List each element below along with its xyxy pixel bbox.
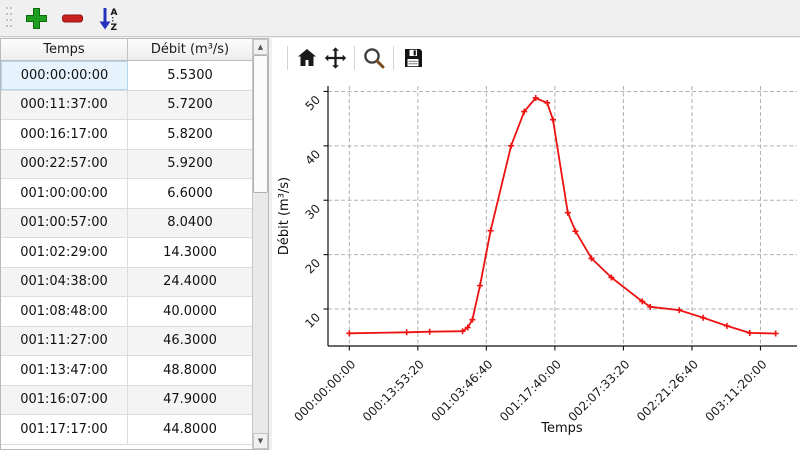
table-row[interactable]: 000:00:00:005.5300 — [1, 61, 252, 91]
add-row-button[interactable] — [21, 3, 51, 33]
table-cell[interactable]: 14.3000 — [128, 238, 252, 267]
x-tick-label: 001:03:46:40 — [428, 357, 495, 424]
column-header-debit[interactable]: Débit (m³/s) — [128, 39, 252, 60]
scroll-down-button[interactable]: ▼ — [253, 433, 268, 449]
minus-icon — [60, 5, 85, 32]
table-cell[interactable]: 001:04:38:00 — [1, 268, 128, 297]
table-cell[interactable]: 001:00:57:00 — [1, 209, 128, 238]
table-cell[interactable]: 5.5300 — [128, 61, 252, 90]
table-row[interactable]: 001:11:27:0046.3000 — [1, 327, 252, 357]
table-cell[interactable]: 5.8200 — [128, 120, 252, 149]
y-tick-label: 30 — [302, 201, 323, 222]
table-area: Temps Débit (m³/s) 000:00:00:005.5300000… — [1, 39, 252, 449]
chart-panel: 000:00:00:00000:13:53:20001:03:46:40001:… — [272, 38, 800, 450]
table-cell[interactable]: 000:16:17:00 — [1, 120, 128, 149]
table-cell[interactable]: 44.8000 — [128, 415, 252, 444]
table-row[interactable]: 001:04:38:0024.4000 — [1, 268, 252, 298]
table-cell[interactable]: 001:17:17:00 — [1, 415, 128, 444]
x-tick-label: 002:21:26:40 — [634, 357, 701, 424]
table-cell[interactable]: 40.0000 — [128, 297, 252, 326]
table-cell[interactable]: 6.6000 — [128, 179, 252, 208]
table-cell[interactable]: 000:22:57:00 — [1, 150, 128, 179]
table-row[interactable]: 001:02:29:0014.3000 — [1, 238, 252, 268]
table-cell[interactable]: 46.3000 — [128, 327, 252, 356]
table-cell[interactable]: 001:16:07:00 — [1, 386, 128, 415]
toolbar-separator — [354, 46, 355, 70]
zoom-button[interactable] — [360, 44, 388, 72]
table-cell[interactable]: 001:13:47:00 — [1, 356, 128, 385]
main-toolbar: A Z — [0, 0, 800, 37]
scroll-up-button[interactable]: ▲ — [253, 39, 268, 55]
pan-button[interactable] — [321, 44, 349, 72]
table-row[interactable]: 001:00:57:008.0400 — [1, 209, 252, 239]
y-tick-label: 10 — [302, 310, 323, 331]
table-scrollbar[interactable]: ▲ ▼ — [252, 39, 268, 449]
table-row[interactable]: 001:08:48:0040.0000 — [1, 297, 252, 327]
chart-svg[interactable]: 000:00:00:00000:13:53:20001:03:46:40001:… — [272, 78, 800, 450]
toolbar-separator — [287, 46, 288, 70]
table-body: 000:00:00:005.5300000:11:37:005.7200000:… — [1, 61, 252, 445]
table-cell[interactable]: 47.9000 — [128, 386, 252, 415]
x-tick-label: 003:11:20:00 — [703, 357, 770, 424]
toolbar-grip-handle[interactable] — [5, 5, 13, 31]
table-row[interactable]: 000:11:37:005.7200 — [1, 91, 252, 121]
x-tick-label: 002:07:33:20 — [565, 357, 632, 424]
save-button[interactable] — [399, 44, 427, 72]
svg-text:A: A — [110, 8, 117, 18]
table-row[interactable]: 001:13:47:0048.8000 — [1, 356, 252, 386]
chart-toolbar — [272, 38, 800, 78]
table-row[interactable]: 001:16:07:0047.9000 — [1, 386, 252, 416]
table-header: Temps Débit (m³/s) — [1, 39, 252, 61]
scrollbar-thumb[interactable] — [253, 55, 268, 193]
table-cell[interactable]: 5.7200 — [128, 91, 252, 120]
table-cell[interactable]: 48.8000 — [128, 356, 252, 385]
pan-icon — [323, 46, 348, 70]
home-icon — [295, 46, 319, 70]
remove-row-button[interactable] — [57, 3, 87, 33]
table-row[interactable]: 001:17:17:0044.8000 — [1, 415, 252, 445]
table-cell[interactable]: 001:11:27:00 — [1, 327, 128, 356]
y-tick-label: 50 — [302, 93, 323, 114]
table-cell[interactable]: 000:11:37:00 — [1, 91, 128, 120]
plus-icon — [23, 5, 50, 32]
table-row[interactable]: 000:16:17:005.8200 — [1, 120, 252, 150]
sort-az-button[interactable]: A Z — [93, 3, 123, 33]
toolbar-separator — [393, 46, 394, 70]
home-button[interactable] — [293, 44, 321, 72]
table-cell[interactable]: 001:08:48:00 — [1, 297, 128, 326]
magnifier-icon — [362, 46, 386, 70]
scrollbar-track[interactable] — [253, 55, 268, 433]
svg-text:Z: Z — [110, 23, 117, 32]
x-axis-label: Temps — [540, 421, 583, 436]
x-tick-label: 000:13:53:20 — [360, 357, 427, 424]
x-tick-label: 000:00:00:00 — [291, 357, 358, 424]
chart-plot-area: 000:00:00:00000:13:53:20001:03:46:40001:… — [291, 86, 797, 424]
data-table: Temps Débit (m³/s) 000:00:00:005.5300000… — [0, 38, 269, 450]
table-cell[interactable]: 24.4000 — [128, 268, 252, 297]
y-axis-label: Débit (m³/s) — [277, 177, 292, 255]
table-cell[interactable]: 001:02:29:00 — [1, 238, 128, 267]
column-header-temps[interactable]: Temps — [1, 39, 128, 60]
y-tick-label: 20 — [302, 256, 323, 277]
table-row[interactable]: 000:22:57:005.9200 — [1, 150, 252, 180]
y-tick-label: 40 — [302, 147, 323, 168]
x-tick-label: 001:17:40:00 — [497, 357, 564, 424]
table-cell[interactable]: 001:00:00:00 — [1, 179, 128, 208]
table-cell[interactable]: 5.9200 — [128, 150, 252, 179]
save-icon — [401, 46, 425, 70]
arrow-down-icon: ▼ — [258, 437, 263, 445]
table-cell[interactable]: 8.0400 — [128, 209, 252, 238]
table-row[interactable]: 001:00:00:006.6000 — [1, 179, 252, 209]
application-window: A Z Temps Débit (m³/s) 000:00:00:005.530… — [0, 0, 800, 450]
sort-az-icon: A Z — [97, 5, 120, 32]
table-cell[interactable]: 000:00:00:00 — [1, 61, 128, 90]
arrow-up-icon: ▲ — [258, 43, 263, 51]
